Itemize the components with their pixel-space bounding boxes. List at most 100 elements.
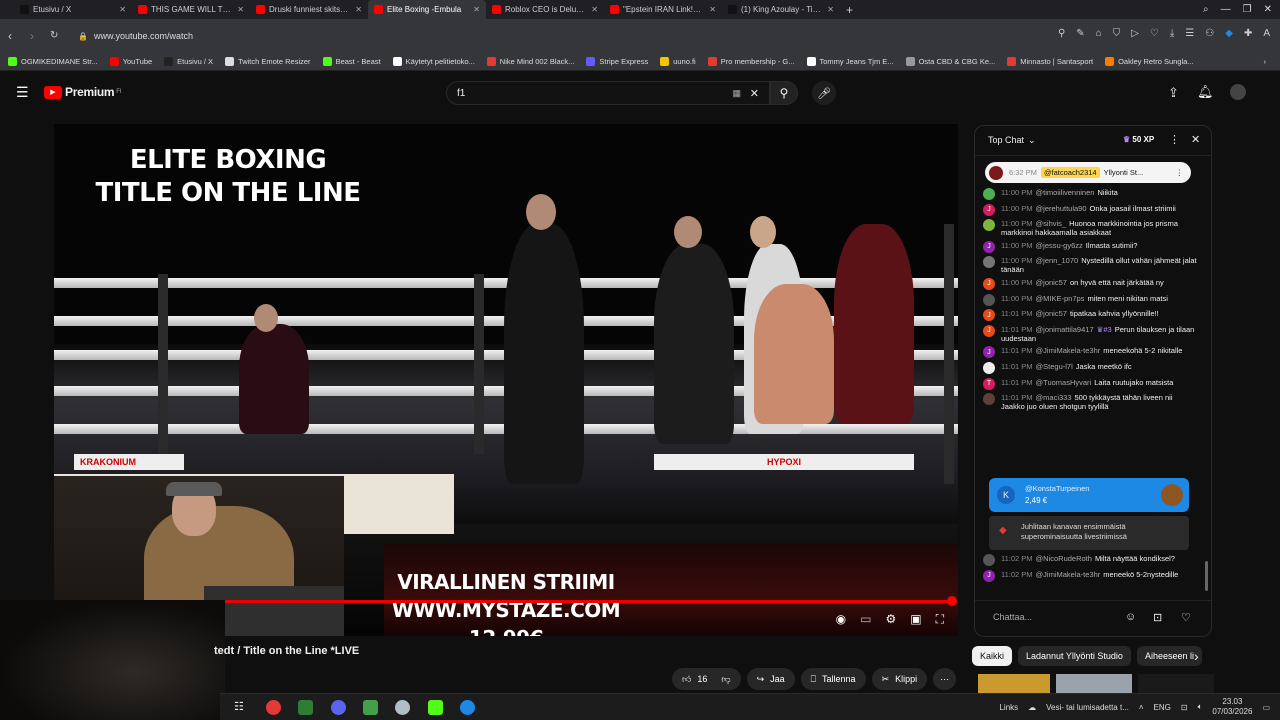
app-icon[interactable]	[363, 700, 378, 715]
youtube-logo[interactable]: ▶ Premium FI	[44, 85, 122, 99]
close-tab-icon[interactable]: ✕	[827, 5, 834, 14]
voice-search-button[interactable]: 🎤︎	[812, 81, 836, 105]
clear-search-icon[interactable]: ✕	[750, 87, 759, 100]
links-toolbar[interactable]: Links	[999, 703, 1018, 712]
bookmark-item[interactable]: Etusivu / X	[164, 57, 213, 66]
bookmark-item[interactable]: YouTube	[109, 57, 152, 66]
browser-tab[interactable]: Etusivu / X ✕	[14, 0, 132, 19]
zoom-icon[interactable]: ⚲	[1058, 28, 1065, 39]
close-tab-icon[interactable]: ✕	[119, 5, 126, 14]
heart-icon[interactable]: ♡	[1181, 611, 1191, 624]
translate-icon[interactable]: A	[1263, 28, 1270, 39]
browser-tab[interactable]: "Epstein IRAN Link!" - Juli ✕	[604, 0, 722, 19]
channel-promo-card[interactable]: ◆ Juhlitaan kanavan ensimmäistä superomi…	[989, 516, 1189, 550]
tray-chevron-icon[interactable]: ˄	[1139, 703, 1144, 712]
bookmark-item[interactable]: Minnasto | Santasport	[1007, 57, 1093, 66]
bookmark-item[interactable]: Osta CBD & CBG Ke...	[905, 57, 995, 66]
browser-tab[interactable]: Roblox CEO is Delusional ✕	[486, 0, 604, 19]
recommended-thumbnail[interactable]	[1056, 674, 1132, 694]
url-field[interactable]: 🔒 www.youtube.com/watch	[78, 27, 678, 45]
super-chat-icon[interactable]: ⊡	[1153, 611, 1162, 624]
bookmark-item[interactable]: Käytetyt pelitietoko...	[392, 57, 475, 66]
filter-chip[interactable]: Aiheeseen li	[1136, 646, 1202, 666]
like-button[interactable]: 👍︎ 16 👎︎	[672, 668, 741, 690]
miniplayer-icon[interactable]: ▣	[910, 612, 921, 627]
extension-icon[interactable]: ◆	[1225, 28, 1233, 39]
reload-icon[interactable]: ↻	[50, 30, 58, 41]
notifications-bell-icon[interactable]: 🔔︎	[1197, 84, 1214, 100]
fullscreen-icon[interactable]: ⛶	[936, 612, 944, 627]
chevron-right-icon[interactable]: ›	[1194, 648, 1199, 664]
progress-scrubber[interactable]	[947, 596, 957, 606]
shield-app-icon[interactable]	[395, 700, 410, 715]
task-view-icon[interactable]: ☷	[234, 700, 244, 713]
bookmark-item[interactable]: OGMIKEDIMANE Str...	[8, 57, 98, 66]
browser-tab[interactable]: THIS GAME WILL TRIGGER ✕	[132, 0, 250, 19]
weather-text[interactable]: Vesi- tai lumisadetta t...	[1046, 703, 1129, 712]
kick-icon[interactable]	[428, 700, 443, 715]
chat-message[interactable]: J 11:01 PM @jonimattila9417 ♛#3 Perun tilauk…	[983, 324, 1198, 343]
chat-message[interactable]: J 11:02 PM @JimiMakela-te3hr meneekö 5-2nys…	[983, 569, 1198, 582]
close-tab-icon[interactable]: ✕	[237, 5, 244, 14]
puzzle-icon[interactable]: ✚	[1244, 28, 1252, 39]
download-icon[interactable]: ⤓	[1170, 28, 1174, 39]
new-tab-button[interactable]: +	[840, 0, 859, 19]
language[interactable]: ENG	[1154, 703, 1171, 712]
chat-input[interactable]: Chattaa...	[983, 606, 1123, 628]
dislike-icon[interactable]: 👎︎	[721, 674, 730, 685]
close-window-icon[interactable]: ✕	[1264, 4, 1272, 15]
chat-message[interactable]: J 11:01 PM @JimiMakela-te3hr meneekohä 5-2 …	[983, 346, 1198, 359]
close-tab-icon[interactable]: ✕	[473, 5, 480, 14]
settings-gear-icon[interactable]: ⚙	[885, 612, 896, 627]
clock[interactable]: 23.03 07/03/2026	[1212, 697, 1252, 717]
xp-badge[interactable]: ♛ 50 XP	[1123, 135, 1154, 144]
chat-message[interactable]: T 11:01 PM @TuomasHyvari Laita ruutujako ma…	[983, 377, 1198, 390]
video-player[interactable]: KRAKONIUM HYPOXI urheiluhal ELITE BOXING…	[54, 124, 958, 636]
search-button[interactable]: ⚲	[770, 81, 798, 105]
bookmark-item[interactable]: Stripe Express	[586, 57, 648, 66]
search-input[interactable]: f1 ▦ ✕	[446, 81, 770, 105]
bookmark-item[interactable]: Tommy Jeans Tjm E...	[806, 57, 894, 66]
bookmark-item[interactable]: Beast - Beast	[322, 57, 381, 66]
minimize-icon[interactable]: —	[1221, 4, 1231, 15]
play-icon[interactable]: ▷	[1131, 28, 1139, 39]
save-button[interactable]: ⎕ Tallenna	[800, 668, 866, 690]
person-icon[interactable]: ⚇	[1205, 28, 1214, 39]
bookmark-item[interactable]: uuno.fi	[660, 57, 696, 66]
browser-tab[interactable]: Druski funniest skits comp ✕	[250, 0, 368, 19]
discord-icon[interactable]	[331, 700, 346, 715]
chat-message[interactable]: 11:00 PM @sihvis_ Huonoa markkinointia jos…	[983, 219, 1198, 237]
notifications-icon[interactable]: ▭	[1262, 703, 1270, 712]
chat-message[interactable]: 11:00 PM @jenn_1070 Nystedillä ollut vähän…	[983, 256, 1198, 274]
close-chat-icon[interactable]: ✕	[1191, 133, 1200, 146]
chat-message[interactable]: 11:02 PM @NicoRudeRoth Miltä näyttää kondi…	[983, 554, 1198, 566]
chat-message[interactable]: J 11:00 PM @jessu-gy6zz Ilmasta sutimii?	[983, 240, 1198, 253]
chat-message[interactable]: 11:01 PM @maci333 500 tykkäystä tähän live…	[983, 393, 1198, 411]
bookmark-item[interactable]: Nike Mind 002 Black...	[486, 57, 574, 66]
excel-icon[interactable]	[298, 700, 313, 715]
share-button[interactable]: ↪ Jaa	[746, 668, 795, 690]
recommended-thumbnail[interactable]	[978, 674, 1050, 694]
shield-icon[interactable]: ⛉	[1113, 28, 1121, 39]
emoji-icon[interactable]: ☺	[1125, 611, 1136, 623]
back-icon[interactable]: ‹	[8, 29, 12, 43]
home-icon[interactable]: ⌂	[1096, 28, 1102, 39]
pinned-menu-icon[interactable]: ⋮	[1176, 168, 1184, 177]
more-actions-button[interactable]: ⋯	[933, 668, 957, 690]
close-tab-icon[interactable]: ✕	[591, 5, 598, 14]
close-tab-icon[interactable]: ✕	[355, 5, 362, 14]
chat-message[interactable]: 11:00 PM @timoiilivenninen Niikita	[983, 188, 1198, 200]
bookmarks-overflow-icon[interactable]: ›	[1264, 57, 1267, 66]
chat-more-icon[interactable]: ⋮	[1169, 133, 1180, 146]
subtitles-icon[interactable]: ▭	[860, 612, 871, 627]
clip-button[interactable]: ✂ Klippi	[871, 668, 928, 690]
maximize-icon[interactable]: ❐	[1243, 4, 1252, 15]
menu-icon[interactable]: ☰	[1185, 28, 1194, 39]
hamburger-menu-icon[interactable]: ☰	[16, 84, 29, 101]
opera-gx-icon[interactable]	[266, 700, 281, 715]
chat-message[interactable]: J 11:01 PM @jonic57 tipatkaa kahvia yllyönn…	[983, 309, 1198, 322]
browser-tab[interactable]: (1) King Azoulay - TikTok ✕	[722, 0, 840, 19]
pinned-message[interactable]: 6:32 PM @fatcoach2314 Yllyonti St... ⋮	[985, 162, 1191, 183]
chat-mode-dropdown[interactable]: Top Chat ⌄	[988, 135, 1036, 146]
forward-icon[interactable]: ›	[30, 29, 34, 43]
